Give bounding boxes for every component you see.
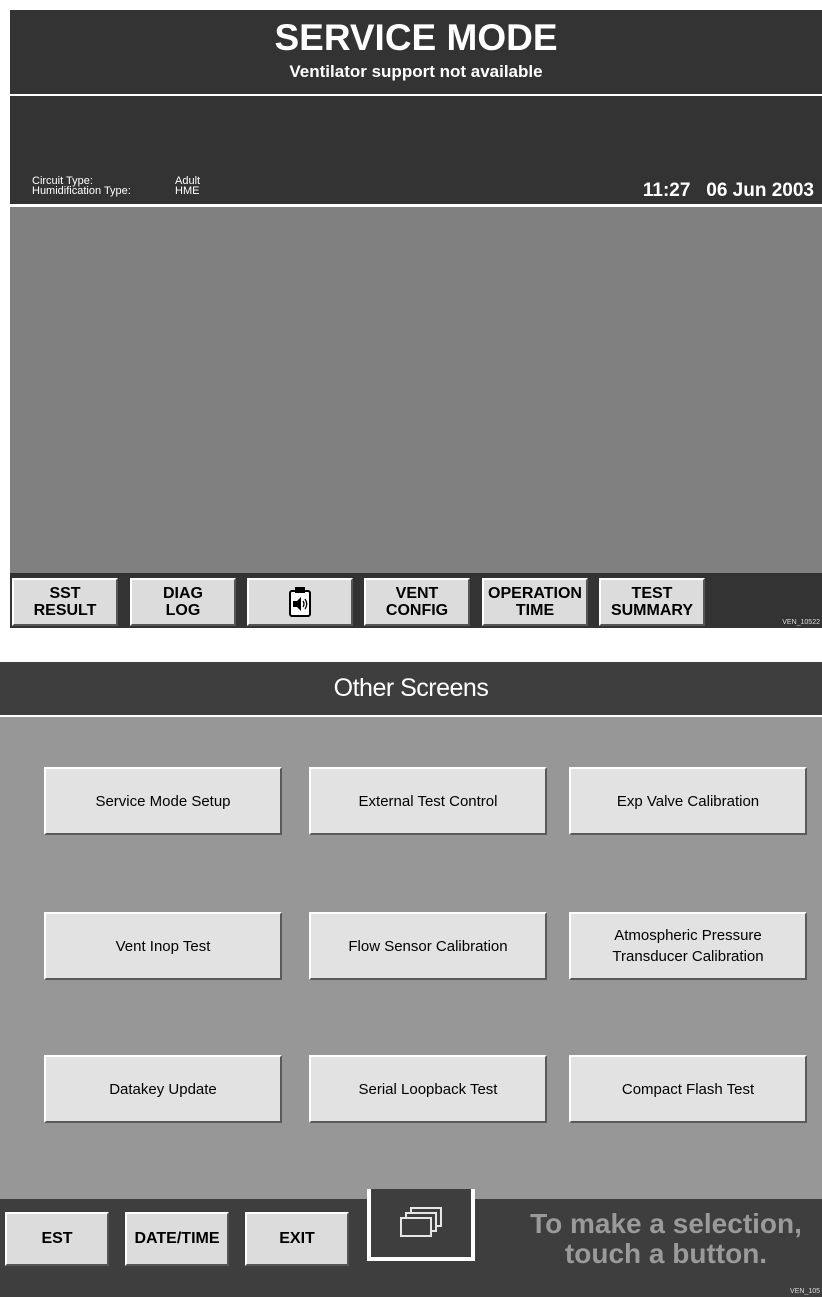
other-screens-screen: Other Screens Service Mode Setup Externa… [0,662,822,1297]
clipboard-speaker-icon [289,587,311,617]
date-time-button[interactable]: DATE/TIME [125,1212,229,1266]
service-mode-setup-button[interactable]: Service Mode Setup [44,767,282,835]
date-time-display: 11:27 06 Jun 2003 [643,180,814,202]
vent-config-button[interactable]: VENT CONFIG [364,578,470,626]
exit-button[interactable]: EXIT [245,1212,349,1266]
sst-result-button[interactable]: SST RESULT [12,578,118,626]
bottom-button-bar: SST RESULT DIAG LOG VENT CONFIG OPERATIO… [10,573,822,628]
exp-valve-calibration-button[interactable]: Exp Valve Calibration [569,767,807,835]
page-title: SERVICE MODE [274,17,558,58]
header-panel: SERVICE MODE Ventilator support not avai… [10,10,822,204]
time: 11:27 [642,180,691,201]
other-screens-tab[interactable] [367,1189,475,1261]
footer-bar: EST DATE/TIME EXIT To make a selection, … [0,1189,822,1297]
atmospheric-pressure-calibration-button[interactable]: Atmospheric Pressure Transducer Calibrat… [569,912,807,980]
figure-id: VEN_105 [790,1288,820,1295]
instruction-prompt: To make a selection, touch a button. [530,1208,802,1269]
status-message: Ventilator support not available [289,62,543,81]
alarm-volume-button[interactable] [247,578,353,626]
title-bar: Other Screens [0,662,822,715]
diag-log-button[interactable]: DIAG LOG [130,578,236,626]
date: 06 Jun 2003 [706,180,814,201]
compact-flash-test-button[interactable]: Compact Flash Test [569,1055,807,1123]
test-summary-button[interactable]: TEST SUMMARY [599,578,705,626]
operation-time-button[interactable]: OPERATION TIME [482,578,588,626]
flow-sensor-calibration-button[interactable]: Flow Sensor Calibration [309,912,547,980]
other-screens-tab-face [371,1189,471,1257]
humidification-type-value: HME [175,185,200,197]
main-display-area [10,207,822,573]
figure-id: VEN_10522 [782,619,820,626]
serial-loopback-test-button[interactable]: Serial Loopback Test [309,1055,547,1123]
datakey-update-button[interactable]: Datakey Update [44,1055,282,1123]
screen-title: Other Screens [333,674,489,702]
vent-inop-test-button[interactable]: Vent Inop Test [44,912,282,980]
est-button[interactable]: EST [5,1212,109,1266]
screen-button-area: Service Mode Setup External Test Control… [0,717,822,1199]
humidification-type-label: Humidification Type: [32,185,131,197]
header-divider [10,94,822,96]
external-test-control-button[interactable]: External Test Control [309,767,547,835]
stacked-screens-icon [400,1207,442,1237]
service-mode-screen: SERVICE MODE Ventilator support not avai… [10,10,822,628]
